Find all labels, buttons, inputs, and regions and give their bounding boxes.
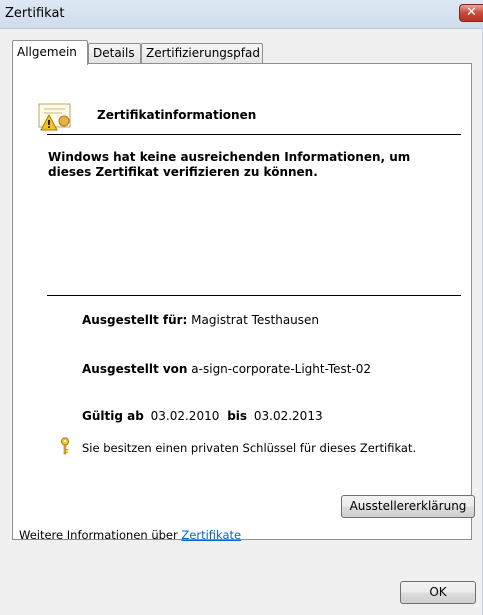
- issued-to-label: Ausgestellt für:: [82, 313, 188, 327]
- tab-zertifizierungspfad[interactable]: Zertifizierungspfad: [141, 43, 263, 64]
- tab-details[interactable]: Details: [88, 43, 141, 64]
- certificate-info-heading: Zertifikatinformationen: [97, 108, 257, 122]
- certificate-warning-text: Windows hat keine ausreichenden Informat…: [48, 150, 411, 179]
- more-info-text: Weitere Informationen über: [19, 528, 178, 542]
- certificate-warning-icon: [38, 103, 71, 131]
- issued-to-row: Ausgestellt für: Magistrat Testhausen: [82, 313, 319, 327]
- issued-to-value: Magistrat Testhausen: [191, 313, 320, 327]
- validity-row: Gültig ab 03.02.2010 bis 03.02.2013: [82, 409, 323, 423]
- tab-allgemein[interactable]: Allgemein: [12, 40, 88, 65]
- ok-button[interactable]: OK: [400, 581, 476, 604]
- valid-to-value: 03.02.2013: [253, 409, 323, 423]
- private-key-text: Sie besitzen einen privaten Schlüssel fü…: [82, 441, 417, 455]
- issued-by-label: Ausgestellt von: [82, 362, 188, 376]
- issuer-statement-button[interactable]: Ausstellererklärung: [341, 495, 475, 518]
- key-icon: [60, 437, 70, 455]
- details-divider: [47, 295, 461, 296]
- title-bar[interactable]: Zertifikat ✕: [0, 0, 483, 29]
- valid-from-value: 03.02.2010: [150, 409, 220, 423]
- heading-divider: [47, 134, 461, 135]
- close-icon: ✕: [466, 5, 477, 20]
- issued-by-row: Ausgestellt von a-sign-corporate-Light-T…: [82, 362, 371, 376]
- window-title: Zertifikat: [5, 6, 65, 21]
- certificate-dialog: Zertifikat ✕ Allgemein Details Zertifizi…: [0, 0, 483, 615]
- close-button[interactable]: ✕: [459, 4, 483, 22]
- more-info-line: Weitere Informationen über Zertifikate: [19, 528, 241, 542]
- valid-to-label: bis: [227, 409, 248, 423]
- valid-from-label: Gültig ab: [82, 409, 144, 423]
- certificates-link[interactable]: Zertifikate: [181, 528, 241, 542]
- issued-by-value: a-sign-corporate-Light-Test-02: [191, 362, 372, 376]
